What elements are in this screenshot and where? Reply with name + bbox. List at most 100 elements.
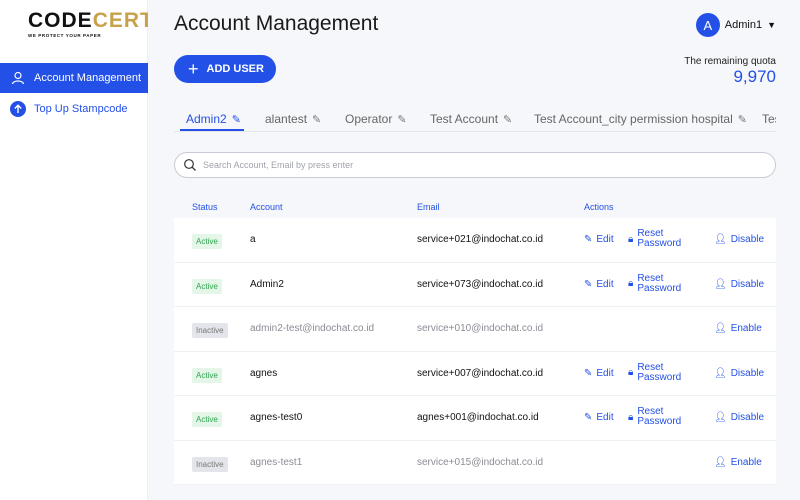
table-row: Active agnes-test0 agnes+001@indochat.co… xyxy=(174,396,776,441)
disable-button[interactable]: 👤︎ Disable xyxy=(714,279,764,290)
column-header-email: Email xyxy=(417,202,440,212)
table-row: Inactive admin2-test@indochat.co.id serv… xyxy=(174,307,776,352)
tab-label: Operator xyxy=(345,112,393,126)
tab-operator[interactable]: Operator ✎ xyxy=(345,112,407,126)
table-row: Inactive agnes-test1 service+015@indocha… xyxy=(174,440,776,485)
plus-icon: + xyxy=(188,59,199,79)
status-badge: Active xyxy=(192,278,222,294)
tab-tes[interactable]: Tes xyxy=(762,112,776,126)
pencil-icon[interactable]: ✎ xyxy=(312,113,321,126)
pencil-icon: ✎ xyxy=(584,234,593,245)
column-header-actions: Actions xyxy=(584,202,614,212)
sidebar-item-label: Top Up Stampcode xyxy=(34,103,128,115)
edit-button[interactable]: ✎ Edit xyxy=(584,368,614,379)
pencil-icon: ✎ xyxy=(584,412,593,423)
status-badge: Active xyxy=(192,367,222,383)
disable-label: Disable xyxy=(730,412,765,423)
caret-down-icon: ▼ xyxy=(767,20,776,30)
account-name: agnes xyxy=(250,367,278,379)
add-user-button[interactable]: + ADD USER xyxy=(174,55,276,83)
status-badge: Active xyxy=(192,412,222,427)
account-email: service+007@indochat.co.id xyxy=(417,367,544,379)
status-badge: Inactive xyxy=(192,323,228,338)
edit-button[interactable]: ✎ Edit xyxy=(584,412,614,423)
quota-value: 9,970 xyxy=(733,67,776,86)
avatar: A xyxy=(695,13,720,37)
page-title: Account Management xyxy=(174,12,379,35)
tab-alantest[interactable]: alantest ✎ xyxy=(265,112,321,126)
pencil-icon[interactable]: ✎ xyxy=(397,113,406,126)
table-row: Active agnes service+007@indochat.co.id … xyxy=(174,351,776,396)
tab-admin2[interactable]: Admin2 ✎ xyxy=(186,112,241,126)
disable-label: Disable xyxy=(730,367,765,379)
reset-password-button[interactable]: 🔒︎ Reset Password xyxy=(628,407,681,427)
edit-label: Edit xyxy=(596,234,614,245)
user-icon: 👤︎ xyxy=(714,367,727,379)
edit-button[interactable]: ✎ Edit xyxy=(584,234,614,245)
account-email: service+010@indochat.co.id xyxy=(417,323,544,334)
user-icon: 👤︎ xyxy=(714,456,727,468)
account-name: Admin2 xyxy=(250,278,284,290)
active-tab-indicator xyxy=(180,129,244,131)
edit-label: Edit xyxy=(596,278,614,290)
sidebar-item-account-management[interactable]: Account Management xyxy=(0,63,148,93)
account-email: service+073@indochat.co.id xyxy=(417,278,544,290)
disable-button[interactable]: 👤︎ Disable xyxy=(714,412,764,423)
sidebar-item-top-up-stampcode[interactable]: Top Up Stampcode xyxy=(0,94,148,124)
password-label: Password xyxy=(637,282,682,294)
logo-text-code: CODE xyxy=(28,9,93,32)
reset-password-button[interactable]: 🔒︎ Reset Password xyxy=(628,362,682,383)
lock-icon: 🔒︎ xyxy=(628,278,634,289)
logo-tagline: WE PROTECT YOUR PAPER xyxy=(28,33,102,38)
search-input[interactable] xyxy=(203,160,763,170)
search-bar[interactable] xyxy=(174,152,776,178)
main-content: Account Management A Admin1 ▼ + ADD USER… xyxy=(148,0,800,500)
reset-password-button[interactable]: 🔒︎ Reset Password xyxy=(628,229,681,249)
edit-label: Edit xyxy=(596,367,614,379)
pencil-icon: ✎ xyxy=(584,278,593,290)
tab-label: Test Account xyxy=(430,112,499,126)
disable-button[interactable]: 👤︎ Disable xyxy=(714,368,764,379)
user-icon: 👤︎ xyxy=(714,323,727,334)
account-email: service+021@indochat.co.id xyxy=(417,234,544,245)
enable-button[interactable]: 👤︎ Enable xyxy=(714,457,762,468)
table-header: Status Account Email Actions xyxy=(174,196,776,218)
lock-icon: 🔒︎ xyxy=(628,411,634,423)
password-label: Password xyxy=(637,238,682,249)
user-menu[interactable]: A Admin1 ▼ xyxy=(695,13,776,37)
enable-button[interactable]: 👤︎ Enable xyxy=(714,323,762,334)
pencil-icon: ✎ xyxy=(584,367,593,379)
tab-label: Admin2 xyxy=(186,112,227,126)
account-name: admin2-test@indochat.co.id xyxy=(250,323,375,334)
tab-test-account[interactable]: Test Account ✎ xyxy=(430,112,512,126)
pencil-icon[interactable]: ✎ xyxy=(738,113,747,126)
password-label: Password xyxy=(637,371,682,383)
arrow-up-circle-icon xyxy=(10,101,26,117)
account-name: agnes-test0 xyxy=(250,412,303,423)
lock-icon: 🔒︎ xyxy=(628,233,634,245)
tab-label: Tes xyxy=(762,112,776,126)
user-icon: 👤︎ xyxy=(714,278,727,290)
quota-label: The remaining quota xyxy=(684,56,776,67)
accounts-table: Status Account Email Actions Active a se… xyxy=(174,196,776,485)
password-label: Password xyxy=(637,416,682,427)
codecert-logo[interactable]: CODECERT WE PROTECT YOUR PAPER xyxy=(28,9,153,39)
user-name: Admin1 xyxy=(724,19,763,31)
sidebar: CODECERT WE PROTECT YOUR PAPER Account M… xyxy=(0,0,153,500)
pencil-icon[interactable]: ✎ xyxy=(503,113,512,126)
account-name: a xyxy=(250,234,256,245)
edit-button[interactable]: ✎ Edit xyxy=(584,279,614,290)
table-row: Active Admin2 service+073@indochat.co.id… xyxy=(174,262,776,307)
account-tabs: Admin2 ✎ alantest ✎ Operator ✎ Test Account… xyxy=(174,108,776,132)
pencil-icon[interactable]: ✎ xyxy=(232,113,241,126)
tab-test-account-city-permission-hospital[interactable]: Test Account_city permission hospital ✎ xyxy=(534,112,747,126)
status-badge: Active xyxy=(192,234,222,249)
user-icon: 👤︎ xyxy=(714,412,727,423)
disable-label: Disable xyxy=(730,278,765,290)
reset-password-button[interactable]: 🔒︎ Reset Password xyxy=(628,273,682,294)
status-badge: Inactive xyxy=(192,456,228,472)
column-header-account: Account xyxy=(250,202,283,212)
disable-button[interactable]: 👤︎ Disable xyxy=(714,234,764,245)
account-email: service+015@indochat.co.id xyxy=(417,456,544,468)
logo-text-cert: CERT xyxy=(92,9,154,32)
